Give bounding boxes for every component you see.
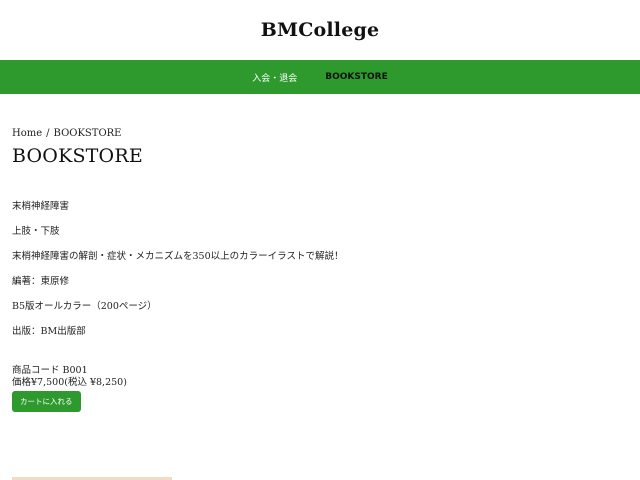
description-line: 末梢神経障害 bbox=[12, 201, 70, 212]
description-line: 出版：BM出版部 bbox=[12, 326, 86, 337]
add-to-cart-button[interactable]: カートに入れる bbox=[12, 391, 81, 412]
main-content: Home / BOOKSTORE BOOKSTORE 末梢神経障害 上肢・下肢 … bbox=[0, 128, 640, 412]
product-info: 商品コード B001 価格¥7,500(税込 ¥8,250) カートに入れる bbox=[12, 365, 628, 412]
description-line: 上肢・下肢 bbox=[12, 226, 60, 237]
site-title-link[interactable]: BMCollege bbox=[261, 19, 380, 41]
description-line: 末梢神経障害の解剖・症状・メカニズムを350以上のカラーイラストで解説！ bbox=[12, 251, 344, 262]
breadcrumb: Home / BOOKSTORE bbox=[12, 128, 628, 139]
breadcrumb-separator: / bbox=[46, 128, 50, 139]
product-price: 価格¥7,500(税込 ¥8,250) bbox=[12, 377, 127, 388]
description-line: B5版オールカラー（200ページ） bbox=[12, 301, 157, 312]
description-line: 編著：東原修 bbox=[12, 276, 70, 287]
nav-item-membership[interactable]: 入会・退会 bbox=[252, 67, 297, 88]
product-description: 末梢神経障害 上肢・下肢 末梢神経障害の解剖・症状・メカニズムを350以上のカラ… bbox=[12, 201, 628, 338]
breadcrumb-current: BOOKSTORE bbox=[53, 128, 122, 139]
main-nav: 入会・退会 BOOKSTORE bbox=[0, 60, 640, 94]
site-header: BMCollege bbox=[0, 0, 640, 60]
page-title: BOOKSTORE bbox=[12, 145, 143, 167]
nav-item-bookstore[interactable]: BOOKSTORE bbox=[325, 68, 388, 86]
product-code: 商品コード B001 bbox=[12, 365, 88, 376]
breadcrumb-home-link[interactable]: Home bbox=[12, 128, 42, 139]
